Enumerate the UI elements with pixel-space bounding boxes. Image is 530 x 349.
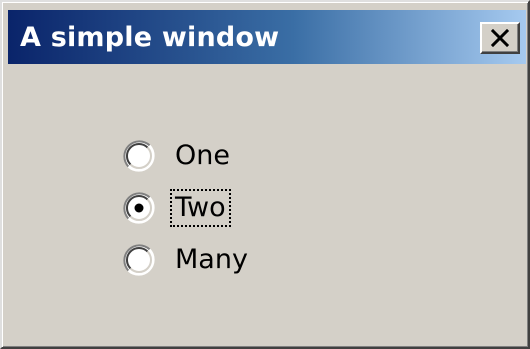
radio-label-many: Many (175, 244, 248, 275)
radio-label-two: Two (170, 189, 231, 227)
dialog-window: A simple window One Two Many (0, 0, 530, 349)
radio-label-one: One (175, 140, 230, 171)
radio-option-two[interactable]: Two (122, 182, 253, 234)
title-bar[interactable]: A simple window (8, 10, 526, 64)
window-title: A simple window (20, 21, 280, 53)
radio-button-icon[interactable] (122, 139, 156, 173)
radio-button-icon[interactable] (122, 191, 156, 225)
radio-group: One Two Many (122, 130, 253, 286)
radio-option-one[interactable]: One (122, 130, 253, 182)
close-icon (491, 29, 509, 47)
close-button[interactable] (480, 22, 520, 54)
radio-button-icon[interactable] (122, 243, 156, 277)
radio-option-many[interactable]: Many (122, 234, 253, 286)
